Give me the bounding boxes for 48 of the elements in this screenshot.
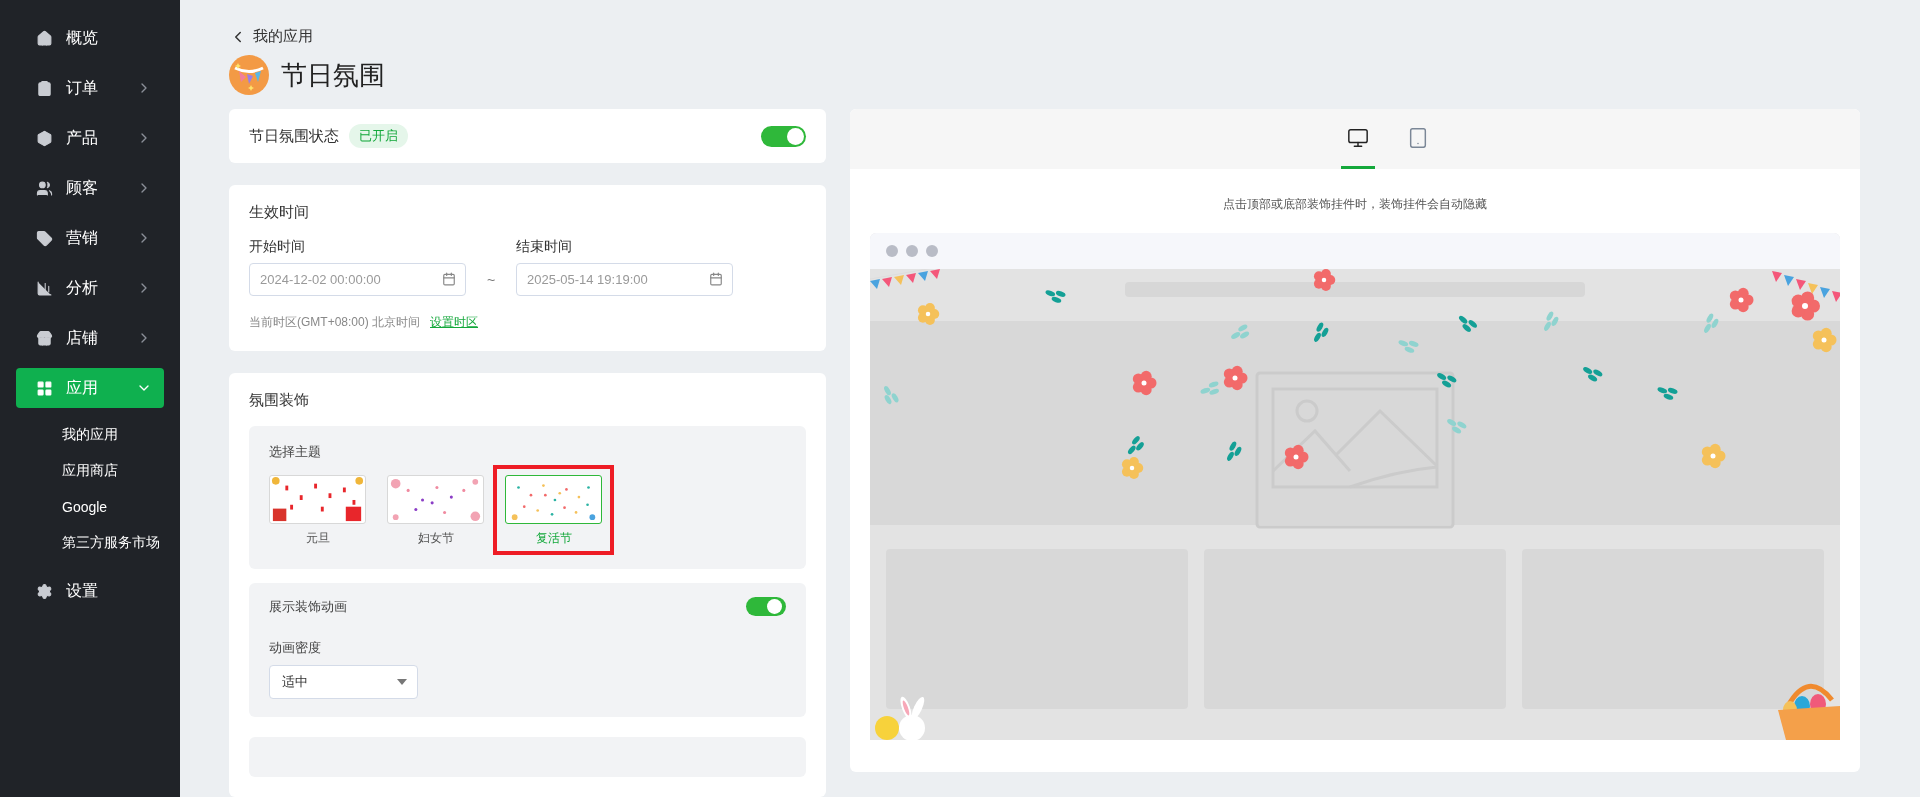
section-title: 生效时间 bbox=[249, 203, 309, 221]
nav-item[interactable]: 设置 bbox=[16, 571, 164, 611]
submenu-item[interactable]: Google bbox=[0, 489, 180, 525]
calendar-icon bbox=[709, 272, 723, 287]
window-dot bbox=[906, 245, 918, 258]
grid-icon bbox=[36, 379, 53, 397]
subsection-label: 选择主题 bbox=[269, 444, 321, 460]
theme-option[interactable]: 元旦 bbox=[269, 475, 366, 548]
nav-item[interactable]: 概览 bbox=[16, 18, 164, 58]
theme-option[interactable]: 妇女节 bbox=[387, 475, 484, 548]
field-label: 开始时间 bbox=[249, 238, 306, 257]
image-placeholder-icon bbox=[1255, 371, 1455, 530]
section-title: 氛围装饰 bbox=[249, 391, 309, 409]
monitor-icon bbox=[1346, 126, 1369, 149]
settings-icon bbox=[36, 582, 53, 600]
window-dot bbox=[886, 245, 898, 258]
timezone-note: 当前时区(GMT+08:00) 北京时间 bbox=[249, 314, 421, 332]
status-label: 节日氛围状态 bbox=[249, 126, 339, 146]
status-badge: 已开启 bbox=[349, 124, 408, 149]
submenu-item[interactable]: 应用商店 bbox=[0, 453, 180, 489]
density-label: 动画密度 bbox=[269, 640, 321, 655]
nav-item[interactable]: 顾客 bbox=[16, 168, 164, 208]
preview-tip: 点击顶部或底部装饰挂件时，装饰挂件会自动隐藏 bbox=[1222, 196, 1488, 214]
caret-icon bbox=[397, 679, 407, 685]
animation-label: 展示装饰动画 bbox=[269, 597, 347, 616]
calendar-icon bbox=[442, 272, 456, 287]
submenu-item[interactable]: 我的应用 bbox=[0, 417, 180, 453]
back-link[interactable]: 我的应用 bbox=[229, 26, 1860, 48]
animation-toggle[interactable] bbox=[746, 597, 786, 616]
page-title: 节日氛围 bbox=[281, 58, 385, 92]
status-toggle[interactable] bbox=[761, 125, 806, 147]
people-icon bbox=[36, 179, 53, 197]
nav-item[interactable]: 订单 bbox=[16, 68, 164, 108]
submenu-item[interactable]: 第三方服务市场 bbox=[0, 525, 180, 561]
nav-item[interactable]: 店铺 bbox=[16, 318, 164, 358]
nav-item[interactable]: 分析 bbox=[16, 268, 164, 308]
field-label: 结束时间 bbox=[516, 238, 573, 257]
box-icon bbox=[36, 129, 53, 147]
nav-item[interactable]: 产品 bbox=[16, 118, 164, 158]
store-icon bbox=[36, 329, 53, 347]
clipboard-icon bbox=[36, 79, 53, 97]
tag-icon bbox=[36, 229, 53, 247]
home-icon bbox=[36, 29, 53, 47]
density-select[interactable]: 适中 bbox=[269, 665, 418, 699]
nav-item[interactable]: 营销 bbox=[16, 218, 164, 258]
bunting-icon bbox=[229, 55, 269, 96]
window-dot bbox=[926, 245, 938, 258]
range-separator: ~ bbox=[485, 272, 497, 291]
